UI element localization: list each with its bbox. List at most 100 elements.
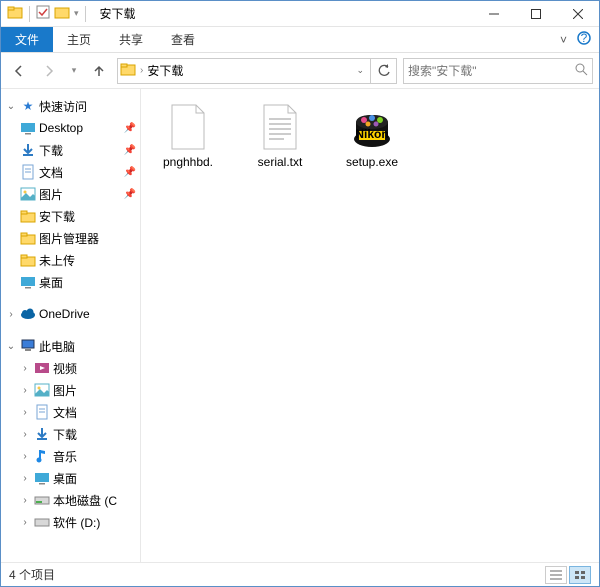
file-icon: Nikon xyxy=(348,103,396,151)
sidebar-quickaccess[interactable]: ⌄ ★ 快速访问 xyxy=(1,95,140,117)
file-list[interactable]: pnghhbd. serial.txt Nikonsetup.exe xyxy=(141,89,599,562)
sidebar-item[interactable]: 桌面 xyxy=(1,271,140,293)
chevron-right-icon[interactable]: › xyxy=(19,495,31,506)
breadcrumb-arrow[interactable]: › xyxy=(140,65,143,76)
sidebar-item[interactable]: › 音乐 xyxy=(1,445,140,467)
item-icon xyxy=(19,253,37,267)
address-dropdown-icon[interactable]: ⌄ xyxy=(356,65,368,76)
help-icon[interactable]: ? xyxy=(577,31,591,48)
ribbon-tab-view[interactable]: 查看 xyxy=(157,27,209,52)
folder-icon xyxy=(120,61,136,80)
svg-text:?: ? xyxy=(581,31,588,45)
back-button[interactable] xyxy=(7,59,31,83)
view-details-button[interactable] xyxy=(545,566,567,584)
item-icon xyxy=(33,361,51,375)
sidebar-item-label: 安下载 xyxy=(39,208,75,225)
qat-checkbox-icon[interactable] xyxy=(36,5,50,22)
view-icons-button[interactable] xyxy=(569,566,591,584)
sidebar-item-label: 文档 xyxy=(39,164,63,181)
sidebar-item-label: 桌面 xyxy=(39,274,63,291)
chevron-right-icon[interactable]: › xyxy=(19,407,31,418)
recent-dropdown[interactable]: ▾ xyxy=(67,59,81,83)
sidebar-item[interactable]: › 下载 xyxy=(1,423,140,445)
sidebar-item-label: 音乐 xyxy=(53,448,77,465)
refresh-button[interactable] xyxy=(371,58,397,84)
sidebar-item[interactable]: 下载📌 xyxy=(1,139,140,161)
chevron-right-icon[interactable]: › xyxy=(19,451,31,462)
navigation-pane: ⌄ ★ 快速访问 Desktop📌下载📌文档📌图片📌安下载图片管理器未上传桌面 … xyxy=(1,89,141,562)
sidebar-label: OneDrive xyxy=(39,307,90,321)
qat-folder-icon[interactable] xyxy=(54,4,70,23)
search-box[interactable] xyxy=(403,58,593,84)
chevron-right-icon[interactable]: › xyxy=(5,309,17,320)
folder-icon xyxy=(7,4,23,23)
sidebar-item[interactable]: 未上传 xyxy=(1,249,140,271)
sidebar-item[interactable]: 图片管理器 xyxy=(1,227,140,249)
chevron-down-icon[interactable]: ⌄ xyxy=(5,101,17,112)
item-icon xyxy=(33,448,51,464)
address-bar[interactable]: › 安下载 ⌄ xyxy=(117,58,371,84)
pin-icon: 📌 xyxy=(124,167,136,178)
sidebar-item[interactable]: ›桌面 xyxy=(1,467,140,489)
minimize-button[interactable] xyxy=(473,1,515,27)
file-item[interactable]: Nikonsetup.exe xyxy=(335,103,409,169)
sidebar-item[interactable]: 图片📌 xyxy=(1,183,140,205)
star-icon: ★ xyxy=(19,99,37,113)
breadcrumb-folder[interactable]: 安下载 xyxy=(147,62,183,79)
sidebar-item-label: 图片 xyxy=(53,382,77,399)
ribbon-file-tab[interactable]: 文件 xyxy=(1,27,53,52)
chevron-right-icon[interactable]: › xyxy=(19,473,31,484)
file-icon xyxy=(256,103,304,151)
up-button[interactable] xyxy=(87,59,111,83)
sidebar-item[interactable]: 文档 📌 xyxy=(1,161,140,183)
ribbon-expand-icon[interactable]: ˅ xyxy=(560,33,567,47)
sidebar-item[interactable]: ›本地磁盘 (C xyxy=(1,489,140,511)
item-icon xyxy=(33,494,51,506)
chevron-down-icon[interactable]: ⌄ xyxy=(5,341,17,352)
sidebar-item-label: 视频 xyxy=(53,360,77,377)
sidebar-item-label: 下载 xyxy=(39,142,63,159)
body: ⌄ ★ 快速访问 Desktop📌下载📌文档📌图片📌安下载图片管理器未上传桌面 … xyxy=(1,89,599,562)
item-icon xyxy=(33,383,51,397)
sidebar-item-label: 图片 xyxy=(39,186,63,203)
navbar: ▾ › 安下载 ⌄ xyxy=(1,53,599,89)
separator xyxy=(29,6,30,22)
item-icon xyxy=(33,471,51,485)
sidebar-item-label: 软件 (D:) xyxy=(53,514,100,531)
item-icon xyxy=(19,187,37,201)
search-icon[interactable] xyxy=(574,62,588,79)
ribbon-tab-share[interactable]: 共享 xyxy=(105,27,157,52)
close-button[interactable] xyxy=(557,1,599,27)
item-icon xyxy=(19,209,37,223)
forward-button[interactable] xyxy=(37,59,61,83)
sidebar-item[interactable]: › 软件 (D:) xyxy=(1,511,140,533)
sidebar-item[interactable]: › 视频 xyxy=(1,357,140,379)
search-input[interactable] xyxy=(408,64,574,78)
sidebar-item[interactable]: 安下载 xyxy=(1,205,140,227)
sidebar-item[interactable]: › 图片 xyxy=(1,379,140,401)
qat-dropdown-icon[interactable]: ▾ xyxy=(74,8,79,19)
file-item[interactable]: serial.txt xyxy=(243,103,317,169)
sidebar-item[interactable]: Desktop📌 xyxy=(1,117,140,139)
ribbon-tab-home[interactable]: 主页 xyxy=(53,27,105,52)
sidebar-label: 快速访问 xyxy=(39,98,87,115)
item-icon xyxy=(19,164,37,180)
chevron-right-icon[interactable]: › xyxy=(19,363,31,374)
sidebar-item-label: 文档 xyxy=(53,404,77,421)
item-icon xyxy=(19,121,37,135)
chevron-right-icon[interactable]: › xyxy=(19,385,31,396)
sidebar-label: 此电脑 xyxy=(39,338,75,355)
chevron-right-icon[interactable]: › xyxy=(19,517,31,528)
sidebar-item-label: 下载 xyxy=(53,426,77,443)
item-icon xyxy=(19,231,37,245)
item-icon xyxy=(33,427,51,441)
sidebar-thispc[interactable]: ⌄ 此电脑 xyxy=(1,335,140,357)
maximize-button[interactable] xyxy=(515,1,557,27)
sidebar-item[interactable]: › 文档 xyxy=(1,401,140,423)
sidebar-onedrive[interactable]: › OneDrive xyxy=(1,303,140,325)
sidebar-item-label: 图片管理器 xyxy=(39,230,99,247)
pin-icon: 📌 xyxy=(124,123,136,134)
file-item[interactable]: pnghhbd. xyxy=(151,103,225,169)
chevron-right-icon[interactable]: › xyxy=(19,429,31,440)
file-icon xyxy=(164,103,212,151)
